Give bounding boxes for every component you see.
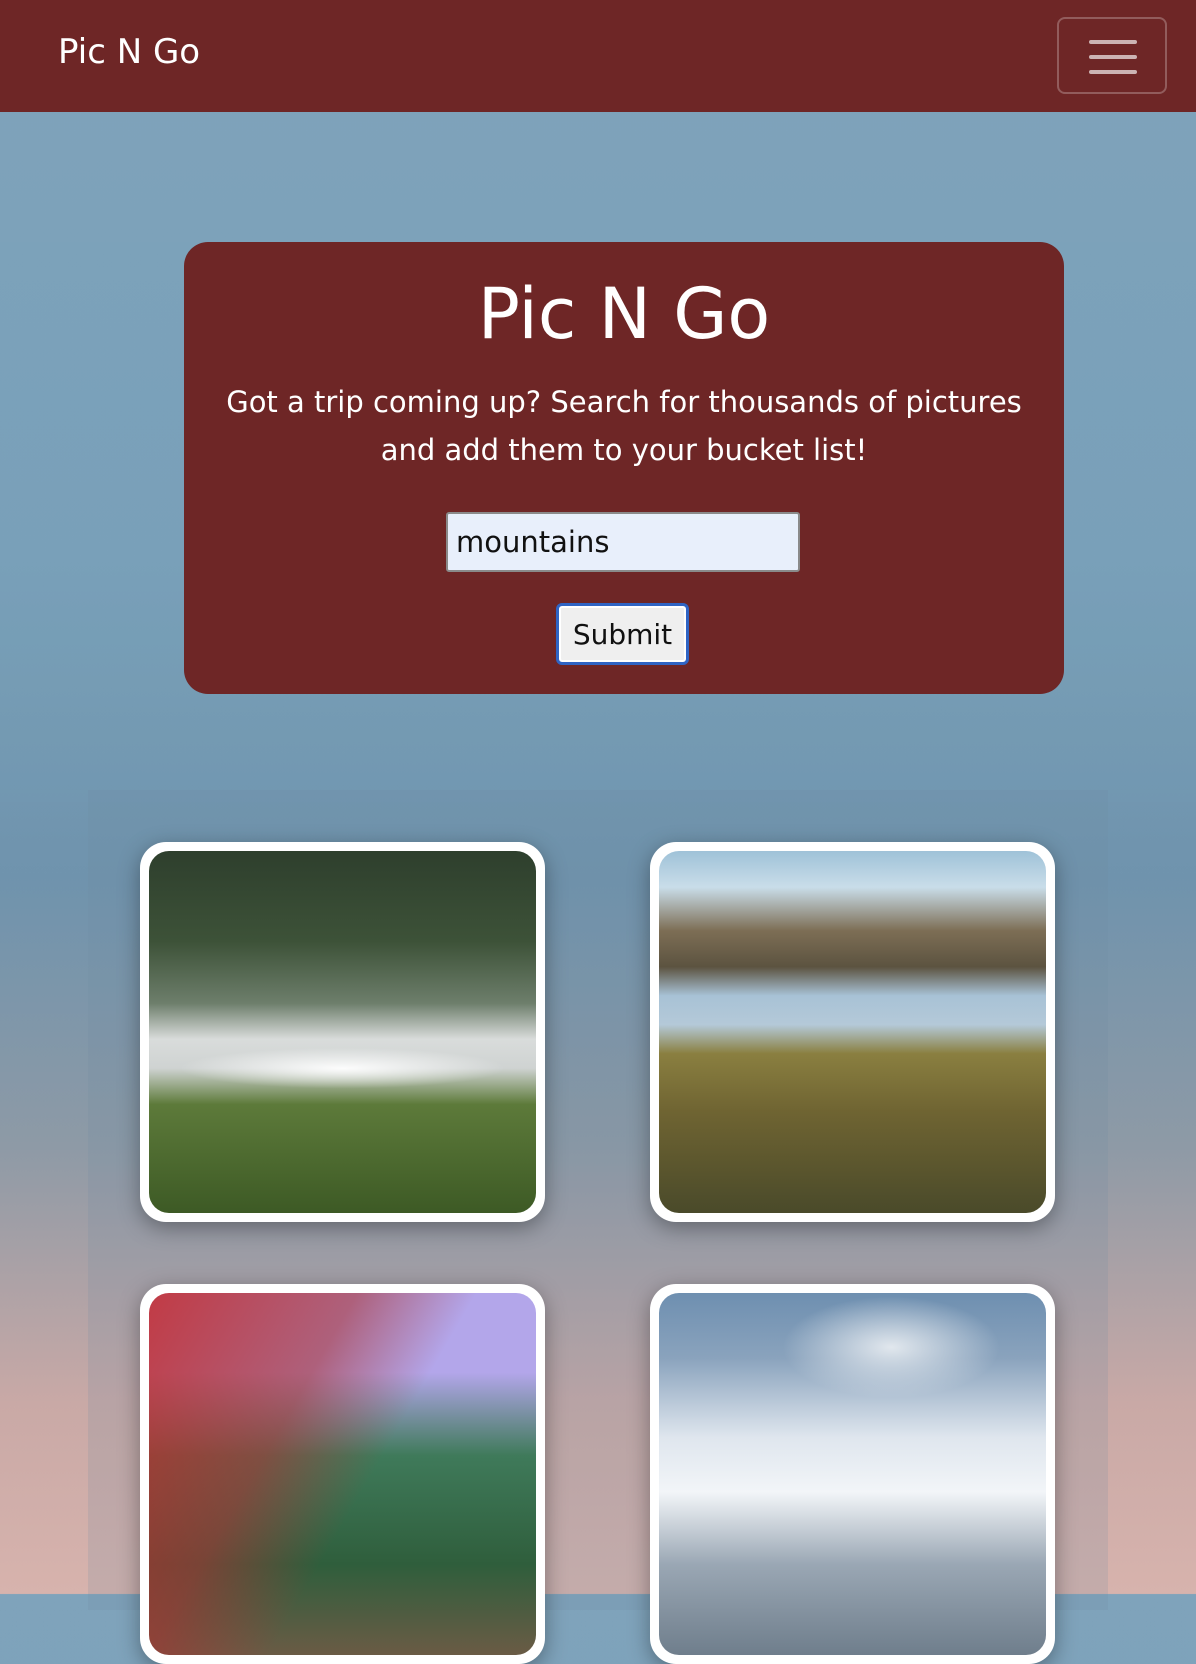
hero-title: Pic N Go <box>477 273 771 355</box>
image-gallery <box>88 790 1108 1664</box>
image-card[interactable] <box>140 1284 545 1664</box>
gallery-image[interactable] <box>659 851 1046 1213</box>
submit-button[interactable]: Submit <box>556 603 689 665</box>
hero-subtitle: Got a trip coming up? Search for thousan… <box>226 385 1022 467</box>
image-card[interactable] <box>650 842 1055 1222</box>
search-input[interactable] <box>446 512 800 572</box>
image-card[interactable] <box>140 842 545 1222</box>
gallery-image[interactable] <box>149 851 536 1213</box>
image-card[interactable] <box>650 1284 1055 1664</box>
hamburger-menu-button[interactable] <box>1057 17 1167 94</box>
gallery-image[interactable] <box>659 1293 1046 1655</box>
top-navbar: Pic N Go <box>0 0 1196 112</box>
gallery-image[interactable] <box>149 1293 536 1655</box>
navbar-brand[interactable]: Pic N Go <box>58 28 200 76</box>
